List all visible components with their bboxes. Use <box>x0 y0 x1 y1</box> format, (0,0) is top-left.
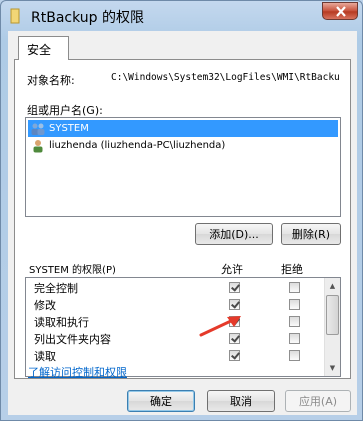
allow-checkbox[interactable] <box>229 282 240 293</box>
deny-checkbox[interactable] <box>289 350 300 361</box>
apply-button[interactable]: 应用(A) <box>285 390 351 412</box>
scroll-thumb[interactable] <box>326 295 339 335</box>
scroll-up-icon[interactable]: ▲ <box>325 278 340 294</box>
title-bar[interactable]: RtBackup 的权限 <box>1 1 363 31</box>
deny-checkbox[interactable] <box>289 333 300 344</box>
groups-label: 组或用户名(G): <box>27 104 103 117</box>
object-name-label: 对象名称: <box>27 74 75 87</box>
security-panel: 对象名称: C:\Windows\System32\LogFiles\WMI\R… <box>14 59 351 379</box>
permissions-header: SYSTEM 的权限(P) 允许 拒绝 <box>25 259 341 276</box>
permissions-dialog: RtBackup 的权限 安全 对象名称: C:\Windows\System3… <box>0 0 363 421</box>
object-name-value: C:\Windows\System32\LogFiles\WMI\RtBacku <box>111 72 340 83</box>
permission-name: 读取和执行 <box>34 316 89 329</box>
allow-checkbox[interactable] <box>229 350 240 361</box>
list-item-label: SYSTEM <box>49 123 89 134</box>
permission-name: 完全控制 <box>34 282 78 295</box>
tab-label: 安全 <box>27 43 52 57</box>
permission-name: 修改 <box>34 299 56 312</box>
permission-row: 完全控制 <box>26 279 340 296</box>
deny-checkbox[interactable] <box>289 282 300 293</box>
permission-name: 读取 <box>34 350 56 363</box>
deny-checkbox[interactable] <box>289 299 300 310</box>
list-item-system[interactable]: SYSTEM <box>28 120 338 137</box>
folder-icon <box>10 8 20 24</box>
permissions-table: 完全控制 修改 读取和执行 列出文件夹内容 读取 ▲ ▼ <box>25 277 341 377</box>
dialog-body: 安全 对象名称: C:\Windows\System32\LogFiles\WM… <box>8 31 357 415</box>
scroll-down-icon[interactable]: ▼ <box>325 360 340 376</box>
add-button[interactable]: 添加(D)... <box>195 223 273 245</box>
permissions-scrollbar[interactable]: ▲ ▼ <box>324 278 340 376</box>
permission-row: 读取和执行 <box>26 313 340 330</box>
user-list[interactable]: SYSTEM liuzhenda (liuzhenda-PC\liuzhenda… <box>25 117 341 217</box>
user-group-icon <box>31 123 45 135</box>
allow-column-header: 允许 <box>221 263 243 276</box>
cancel-button[interactable]: 取消 <box>207 390 275 412</box>
window-title: RtBackup 的权限 <box>31 10 144 26</box>
learn-access-control-link[interactable]: 了解访问控制和权限 <box>28 364 127 380</box>
close-button[interactable] <box>322 2 358 20</box>
permissions-label: SYSTEM 的权限(P) <box>29 265 116 276</box>
close-icon <box>336 6 346 17</box>
deny-column-header: 拒绝 <box>281 263 303 276</box>
permission-row: 读取 <box>26 347 340 364</box>
list-item-liuzhenda[interactable]: liuzhenda (liuzhenda-PC\liuzhenda) <box>28 137 225 154</box>
ok-button[interactable]: 确定 <box>127 390 195 412</box>
annotation-arrow-icon <box>199 316 241 337</box>
user-icon <box>33 139 43 152</box>
allow-checkbox[interactable] <box>229 299 240 310</box>
list-item-label: liuzhenda (liuzhenda-PC\liuzhenda) <box>49 140 226 151</box>
remove-button[interactable]: 删除(R) <box>281 223 341 245</box>
permission-name: 列出文件夹内容 <box>34 333 111 346</box>
tab-security[interactable]: 安全 <box>18 36 69 60</box>
permission-row: 列出文件夹内容 <box>26 330 340 347</box>
deny-checkbox[interactable] <box>289 316 300 327</box>
permission-row: 修改 <box>26 296 340 313</box>
